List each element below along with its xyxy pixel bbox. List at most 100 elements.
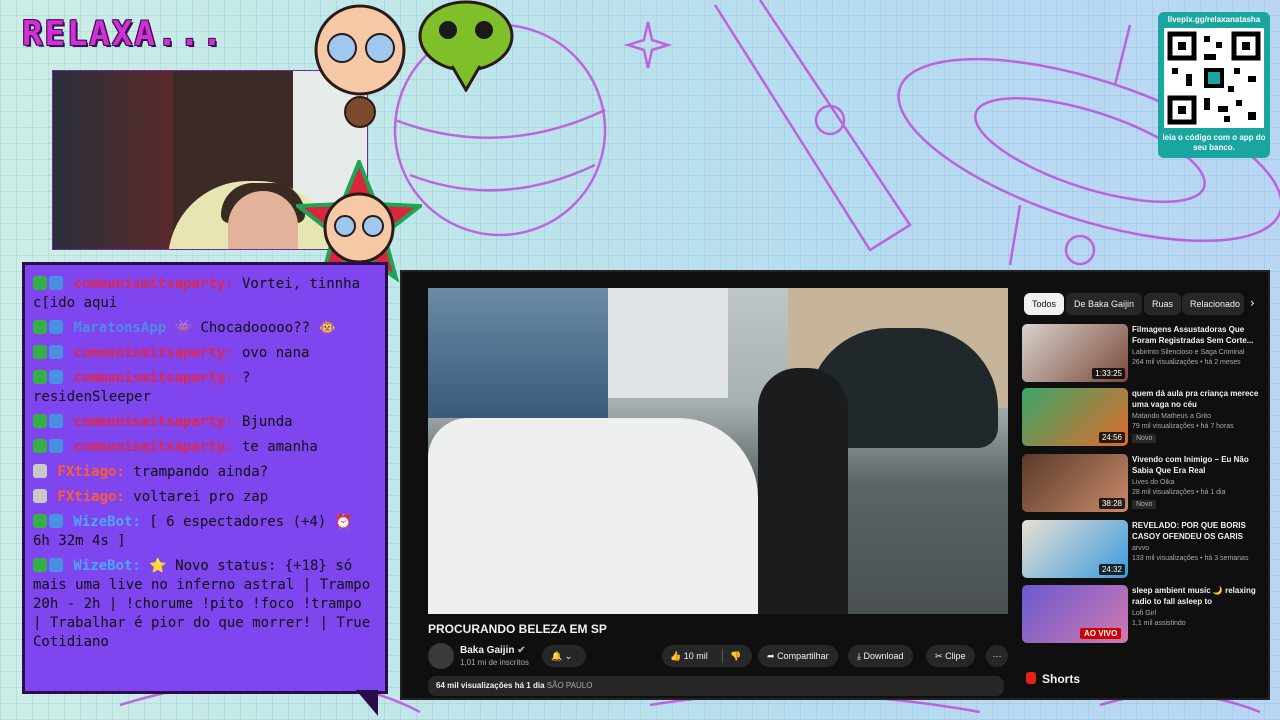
chat-badge-icon xyxy=(33,464,47,478)
recommended-video-title[interactable]: REVELADO: POR QUE BORIS CASOY OFENDEU OS… xyxy=(1132,520,1262,542)
chip-de-baka-gaijin[interactable]: De Baka Gaijin xyxy=(1066,293,1143,315)
upload-date: há 1 dia xyxy=(514,681,545,690)
chat-badge-icon xyxy=(49,276,63,290)
sticker-green-alien xyxy=(418,0,514,92)
chat-badge-icon xyxy=(49,514,63,528)
recommended-video-title[interactable]: sleep ambient music 🌙 relaxing radio to … xyxy=(1132,585,1262,607)
chat-message: FXtiago: trampando ainda? xyxy=(33,463,375,482)
like-button[interactable]: 👍 10 mil xyxy=(670,645,708,667)
video-thumbnail[interactable]: AO VIVO xyxy=(1022,585,1128,643)
chat-text: 👾 Chocadooooo?? 🐵 xyxy=(166,320,336,336)
chat-message: communismitsaparty: ? residenSleeper xyxy=(33,369,375,407)
chat-username[interactable]: FXtiago: xyxy=(49,489,124,505)
more-actions-button[interactable]: ··· xyxy=(986,645,1008,667)
video-thumbnail[interactable]: 1:33:25 xyxy=(1022,324,1128,382)
chat-text: te amanha xyxy=(233,439,318,455)
qr-code-icon xyxy=(1164,28,1264,128)
recommended-video-title[interactable]: quem dá aula pra criança merece uma vaga… xyxy=(1132,388,1262,410)
thumbs-up-icon: 👍 xyxy=(670,651,682,661)
recommended-video[interactable]: 38:28 Vivendo com Inimigo – Eu Não Sabia … xyxy=(1022,454,1262,512)
new-badge: Novo xyxy=(1132,500,1157,509)
chat-badge-icon xyxy=(33,320,47,334)
recommended-video-channel[interactable]: Labirinto Silencioso e Saga Criminal xyxy=(1132,348,1244,358)
chat-text: ovo nana xyxy=(233,345,310,361)
recommended-video-channel[interactable]: Lives do Oika xyxy=(1132,478,1174,488)
recommended-video-meta: 28 mil visualizações • há 1 dia xyxy=(1132,489,1226,496)
chat-badge-icon xyxy=(49,439,63,453)
chat-username[interactable]: MaratonsApp xyxy=(65,320,166,336)
notifications-button[interactable]: 🔔 ⌄ xyxy=(542,645,586,667)
recommended-video-meta: 264 mil visualizações • há 2 meses xyxy=(1132,359,1241,366)
recommended-video-channel[interactable]: Lofi Girl xyxy=(1132,609,1156,619)
chat-badge-icon xyxy=(33,439,47,453)
video-duration: 1:33:25 xyxy=(1092,368,1125,379)
video-thumbnail[interactable]: 24:32 xyxy=(1022,520,1128,578)
chips-next-arrow-icon[interactable]: › xyxy=(1250,296,1255,310)
chat-badge-icon xyxy=(33,370,47,384)
verified-icon: ✔ xyxy=(517,645,526,656)
sticker-face-top xyxy=(314,4,406,128)
chat-badge-icon xyxy=(49,320,63,334)
chat-message: FXtiago: voltarei pro zap xyxy=(33,488,375,507)
qr-caption: leia o código com o app do seu banco. xyxy=(1162,133,1266,152)
channel-subscribers: 1,01 mi de inscritos xyxy=(460,658,529,667)
recommended-video[interactable]: 24:32 REVELADO: POR QUE BORIS CASOY OFEND… xyxy=(1022,520,1262,578)
chat-username[interactable]: communismitsaparty: xyxy=(65,345,233,361)
chip-todos[interactable]: Todos xyxy=(1024,293,1065,315)
video-duration: 24:56 xyxy=(1098,432,1125,443)
chat-panel-tail xyxy=(356,690,378,716)
channel-avatar[interactable] xyxy=(428,643,454,669)
chat-panel: communismitsaparty: Vortei, tinnha c[ido… xyxy=(22,262,388,694)
rocket-doodle xyxy=(713,0,912,252)
share-icon: ➦ xyxy=(767,651,775,661)
bell-icon: 🔔 xyxy=(551,651,563,661)
recommended-video[interactable]: AO VIVO sleep ambient music 🌙 relaxing ra… xyxy=(1022,585,1262,643)
chat-badge-icon xyxy=(33,414,47,428)
recommended-video-channel[interactable]: arvvo xyxy=(1132,544,1149,554)
recommended-video-channel[interactable]: Matando Matheus a Grito xyxy=(1132,412,1211,422)
shorts-icon xyxy=(1026,672,1036,684)
chip-ruas[interactable]: Ruas xyxy=(1144,293,1182,315)
chip-relacionado[interactable]: Relacionado xyxy=(1182,293,1244,315)
channel-name-text: Baka Gaijin xyxy=(460,645,515,656)
recommended-video[interactable]: 24:56 quem dá aula pra criança merece uma… xyxy=(1022,388,1262,446)
chat-username[interactable]: communismitsaparty: xyxy=(65,414,233,430)
video-location: SÃO PAULO xyxy=(546,681,593,690)
chat-message: communismitsaparty: ovo nana xyxy=(33,344,375,363)
chat-message: communismitsaparty: Vortei, tinnha c[ido… xyxy=(33,275,375,313)
chat-badge-icon xyxy=(33,276,47,290)
like-dislike-group: 👍 10 mil 👎 xyxy=(662,645,752,667)
chat-badge-icon xyxy=(49,345,63,359)
chat-username[interactable]: communismitsaparty: xyxy=(65,370,233,386)
recommended-video[interactable]: 1:33:25 Filmagens Assustadoras Que Foram … xyxy=(1022,324,1262,382)
thumbs-down-icon: 👎 xyxy=(730,651,742,661)
dislike-button[interactable]: 👎 xyxy=(730,645,741,667)
chat-badge-icon xyxy=(33,489,47,503)
clip-button[interactable]: ✂ Clipe xyxy=(926,645,975,667)
download-button[interactable]: ⤓ Download xyxy=(848,645,913,667)
new-badge: Novo xyxy=(1132,434,1157,443)
like-count: 10 mil xyxy=(683,651,708,661)
chat-username[interactable]: communismitsaparty: xyxy=(65,439,233,455)
video-description-box[interactable]: 64 mil visualizações há 1 dia SÃO PAULO xyxy=(428,676,1004,696)
chat-message: communismitsaparty: te amanha xyxy=(33,438,375,457)
chat-message: WizeBot: [ 6 espectadores (+4) ⏰ 6h 32m … xyxy=(33,513,375,551)
view-count: 64 mil visualizações xyxy=(436,681,513,690)
video-thumbnail[interactable]: 24:56 xyxy=(1022,388,1128,446)
sparkle-doodle xyxy=(623,21,673,69)
recommended-video-title[interactable]: Filmagens Assustadoras Que Foram Registr… xyxy=(1132,324,1262,346)
shorts-section-header: Shorts xyxy=(1026,672,1080,686)
download-icon: ⤓ xyxy=(857,651,861,661)
recommended-video-meta: 1,1 mil assistindo xyxy=(1132,620,1186,627)
share-button[interactable]: ➦ Compartilhar xyxy=(758,645,838,667)
channel-name[interactable]: Baka Gaijin ✔ xyxy=(460,645,526,656)
chat-username[interactable]: WizeBot: xyxy=(65,558,140,574)
video-thumbnail[interactable]: 38:28 xyxy=(1022,454,1128,512)
chat-username[interactable]: WizeBot: xyxy=(65,514,140,530)
recommended-video-title[interactable]: Vivendo com Inimigo – Eu Não Sabia Que E… xyxy=(1132,454,1262,476)
chat-badge-icon xyxy=(49,558,63,572)
chat-username[interactable]: communismitsaparty: xyxy=(65,276,233,292)
chat-username[interactable]: FXtiago: xyxy=(49,464,124,480)
video-player[interactable] xyxy=(428,288,1008,614)
recommended-video-meta: 79 mil visualizações • há 7 horas xyxy=(1132,423,1234,430)
